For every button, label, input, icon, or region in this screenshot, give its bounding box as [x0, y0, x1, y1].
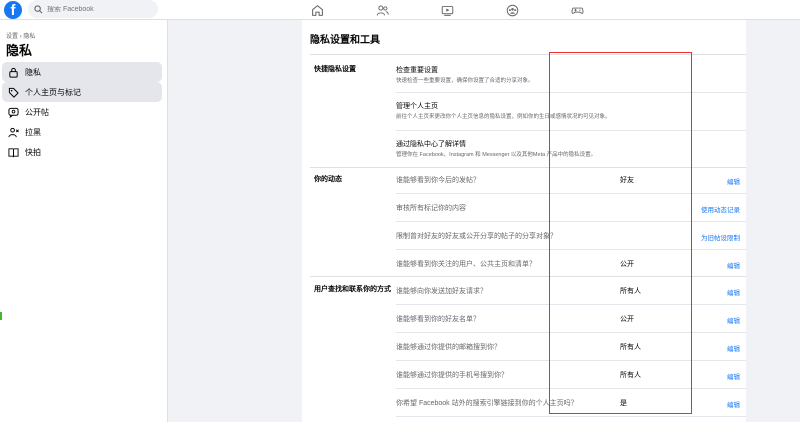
privacy-settings-panel: 隐私设置和工具 快捷隐私设置 检查重要设置 快速检查一些重要设置，确保你设置了合…	[302, 20, 746, 422]
gaming-icon[interactable]	[569, 2, 585, 18]
search-box[interactable]	[28, 0, 158, 18]
book-icon	[6, 145, 20, 159]
setting-value: 所有人	[620, 344, 641, 351]
divider	[396, 193, 746, 194]
quick-item-desc: 管理你在 Facebook、Instagram 和 Messenger 以及其他…	[396, 152, 597, 158]
lock-icon	[6, 65, 20, 79]
divider	[396, 130, 746, 131]
public-posts-icon	[6, 105, 20, 119]
sidebar-item-label: 拉黑	[25, 127, 41, 137]
groups-icon[interactable]	[504, 2, 520, 18]
friends-icon[interactable]	[374, 2, 390, 18]
divider	[396, 332, 746, 333]
divider	[396, 92, 746, 93]
sidebar-item-profile-and-tagging[interactable]: 个人主页与标记	[2, 82, 162, 102]
tag-icon	[6, 85, 20, 99]
edit-link[interactable]: 编辑	[727, 315, 740, 325]
quick-item-desc: 前往个人主页来更改你个人主页信息的隐私设置，例如你的生日或感情状况的可见对象。	[396, 114, 611, 120]
setting-label: 你希望 Facebook 站外的搜索引擎链接到你的个人主页吗？	[396, 400, 578, 407]
sidebar-item-stories[interactable]: 快拍	[2, 142, 162, 162]
edit-link[interactable]: 编辑	[727, 176, 740, 186]
setting-value: 所有人	[620, 288, 641, 295]
quick-item-title[interactable]: 通过隐私中心了解详情	[396, 139, 466, 149]
setting-label: 限制曾对好友的好友或公开分享的帖子的分享对象？	[396, 233, 557, 240]
edit-link[interactable]: 编辑	[727, 287, 740, 297]
sidebar-title: 隐私	[6, 43, 33, 58]
facebook-logo[interactable]: f	[4, 1, 22, 19]
setting-value: 公开	[620, 261, 634, 268]
sidebar-item-privacy[interactable]: 隐私	[2, 62, 162, 82]
block-user-icon	[6, 125, 20, 139]
setting-label: 审核所有标记你的内容	[396, 205, 466, 212]
setting-value: 公开	[620, 316, 634, 323]
divider	[310, 54, 746, 55]
sidebar-item-label: 快拍	[25, 147, 41, 157]
edge-indicator	[0, 312, 2, 320]
sidebar-item-blocking[interactable]: 拉黑	[2, 122, 162, 142]
limit-past-posts-link[interactable]: 为旧帖设限制	[701, 232, 740, 242]
edit-link[interactable]: 编辑	[727, 343, 740, 353]
quick-item-desc: 快速检查一些重要设置，确保你设置了合适的分享对象。	[396, 78, 534, 84]
watch-icon[interactable]	[439, 2, 455, 18]
sidebar-item-label: 隐私	[25, 67, 41, 77]
setting-label: 谁能够看到你的好友名单？	[396, 316, 480, 323]
section-title-quick-settings: 快捷隐私设置	[314, 66, 356, 73]
section-title-find-and-contact: 用户查找和联系你的方式	[314, 286, 391, 293]
breadcrumb[interactable]: 设置 › 隐私	[6, 31, 35, 40]
divider	[396, 249, 746, 250]
quick-item-title[interactable]: 检查重要设置	[396, 65, 438, 75]
divider	[396, 388, 746, 389]
edit-link[interactable]: 编辑	[727, 371, 740, 381]
setting-value: 是	[620, 400, 627, 407]
sidebar-item-label: 个人主页与标记	[25, 87, 81, 97]
settings-sidebar: 设置 › 隐私 隐私 隐私 个人主页与标记 公开帖 拉黑 快拍	[0, 20, 168, 422]
divider	[396, 416, 746, 417]
setting-value: 所有人	[620, 372, 641, 379]
page-title: 隐私设置和工具	[310, 35, 380, 46]
sidebar-item-label: 公开帖	[25, 107, 49, 117]
search-icon	[34, 4, 43, 13]
top-navigation-bar: f	[0, 0, 800, 20]
activity-log-link[interactable]: 使用动态记录	[701, 204, 740, 214]
setting-label: 谁能够看到你关注的用户、公共主页和清单？	[396, 261, 536, 268]
setting-label: 谁能够看到你今后的发帖？	[396, 177, 480, 184]
edit-link[interactable]: 编辑	[727, 399, 740, 409]
sidebar-item-public-posts[interactable]: 公开帖	[2, 102, 162, 122]
home-icon[interactable]	[309, 2, 325, 18]
section-divider	[310, 276, 746, 277]
edit-link[interactable]: 编辑	[727, 260, 740, 270]
divider	[396, 221, 746, 222]
section-divider	[310, 167, 746, 168]
divider	[396, 360, 746, 361]
setting-label: 谁能够通过你提供的手机号搜到你？	[396, 372, 508, 379]
setting-value: 好友	[620, 177, 634, 184]
divider	[396, 304, 746, 305]
setting-label: 谁能够向你发送加好友请求？	[396, 288, 487, 295]
search-input[interactable]	[47, 5, 147, 13]
setting-label: 谁能够通过你提供的邮箱搜到你？	[396, 344, 501, 351]
section-title-your-activity: 你的动态	[314, 176, 342, 183]
quick-item-title[interactable]: 管理个人主页	[396, 101, 438, 111]
